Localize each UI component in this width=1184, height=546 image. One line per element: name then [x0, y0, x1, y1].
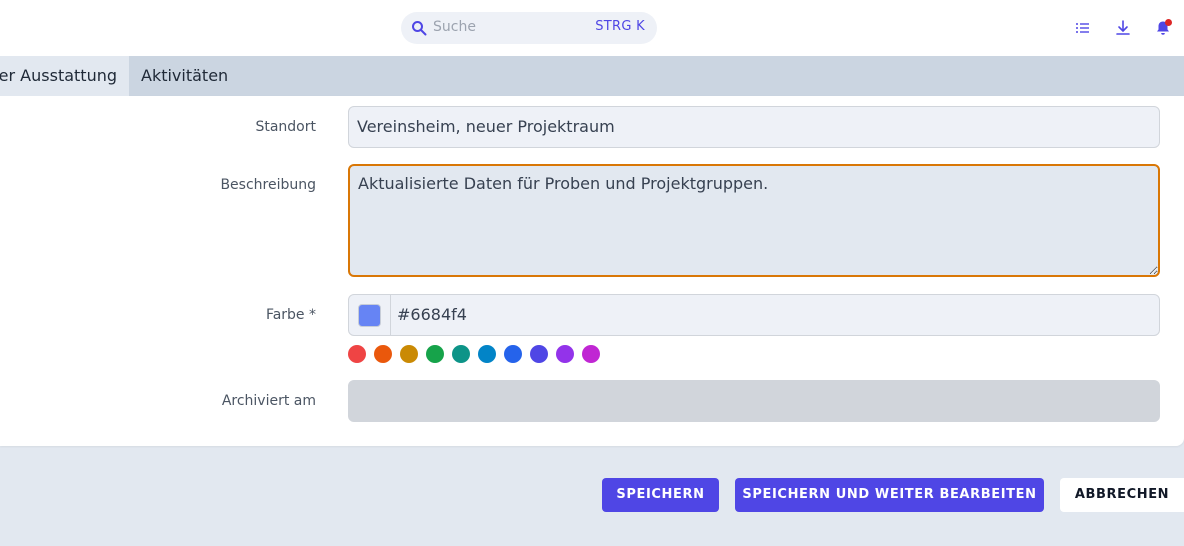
save-button[interactable]: SPEICHERN: [602, 478, 719, 512]
search-icon: [412, 21, 427, 36]
standort-label: Standort: [255, 119, 316, 135]
top-bar: Suche STRG K: [0, 0, 1184, 56]
archiviert-input: [348, 380, 1160, 422]
color-preset-3[interactable]: [400, 345, 418, 363]
color-swatch[interactable]: [358, 304, 381, 327]
download-icon[interactable]: [1114, 19, 1132, 37]
tab-label: er Ausstattung: [0, 66, 117, 85]
color-preset-10[interactable]: [582, 345, 600, 363]
tab-ausstattung[interactable]: er Ausstattung: [0, 56, 129, 96]
farbe-label: Farbe *: [265, 307, 316, 323]
list-icon[interactable]: [1074, 19, 1092, 37]
color-value: #6684f4: [397, 305, 467, 324]
search-box[interactable]: Suche STRG K: [401, 12, 657, 44]
standort-input[interactable]: Vereinsheim, neuer Projektraum: [348, 106, 1160, 148]
color-preset-2[interactable]: [374, 345, 392, 363]
archiviert-label: Archiviert am: [221, 393, 316, 409]
divider: [390, 295, 391, 335]
cancel-button[interactable]: ABBRECHEN: [1060, 478, 1184, 512]
notification-dot: [1165, 19, 1172, 26]
save-continue-button[interactable]: SPEICHERN UND WEITER BEARBEITEN: [735, 478, 1044, 512]
form-card: Standort Vereinsheim, neuer Projektraum …: [0, 96, 1184, 446]
color-preset-9[interactable]: [556, 345, 574, 363]
beschreibung-textarea[interactable]: Aktualisierte Daten für Proben und Proje…: [348, 164, 1160, 277]
color-preset-6[interactable]: [478, 345, 496, 363]
beschreibung-label: Beschreibung: [220, 177, 316, 193]
tab-aktivitaeten[interactable]: Aktivitäten: [129, 56, 240, 96]
tab-label: Aktivitäten: [141, 66, 229, 85]
color-preset-1[interactable]: [348, 345, 366, 363]
color-preset-8[interactable]: [530, 345, 548, 363]
color-preset-5[interactable]: [452, 345, 470, 363]
color-preset-7[interactable]: [504, 345, 522, 363]
search-shortcut: STRG K: [595, 19, 645, 34]
color-preset-4[interactable]: [426, 345, 444, 363]
tab-bar: er Ausstattung Aktivitäten: [0, 56, 1184, 96]
color-field[interactable]: #6684f4: [348, 294, 1160, 336]
search-placeholder: Suche: [433, 19, 476, 35]
